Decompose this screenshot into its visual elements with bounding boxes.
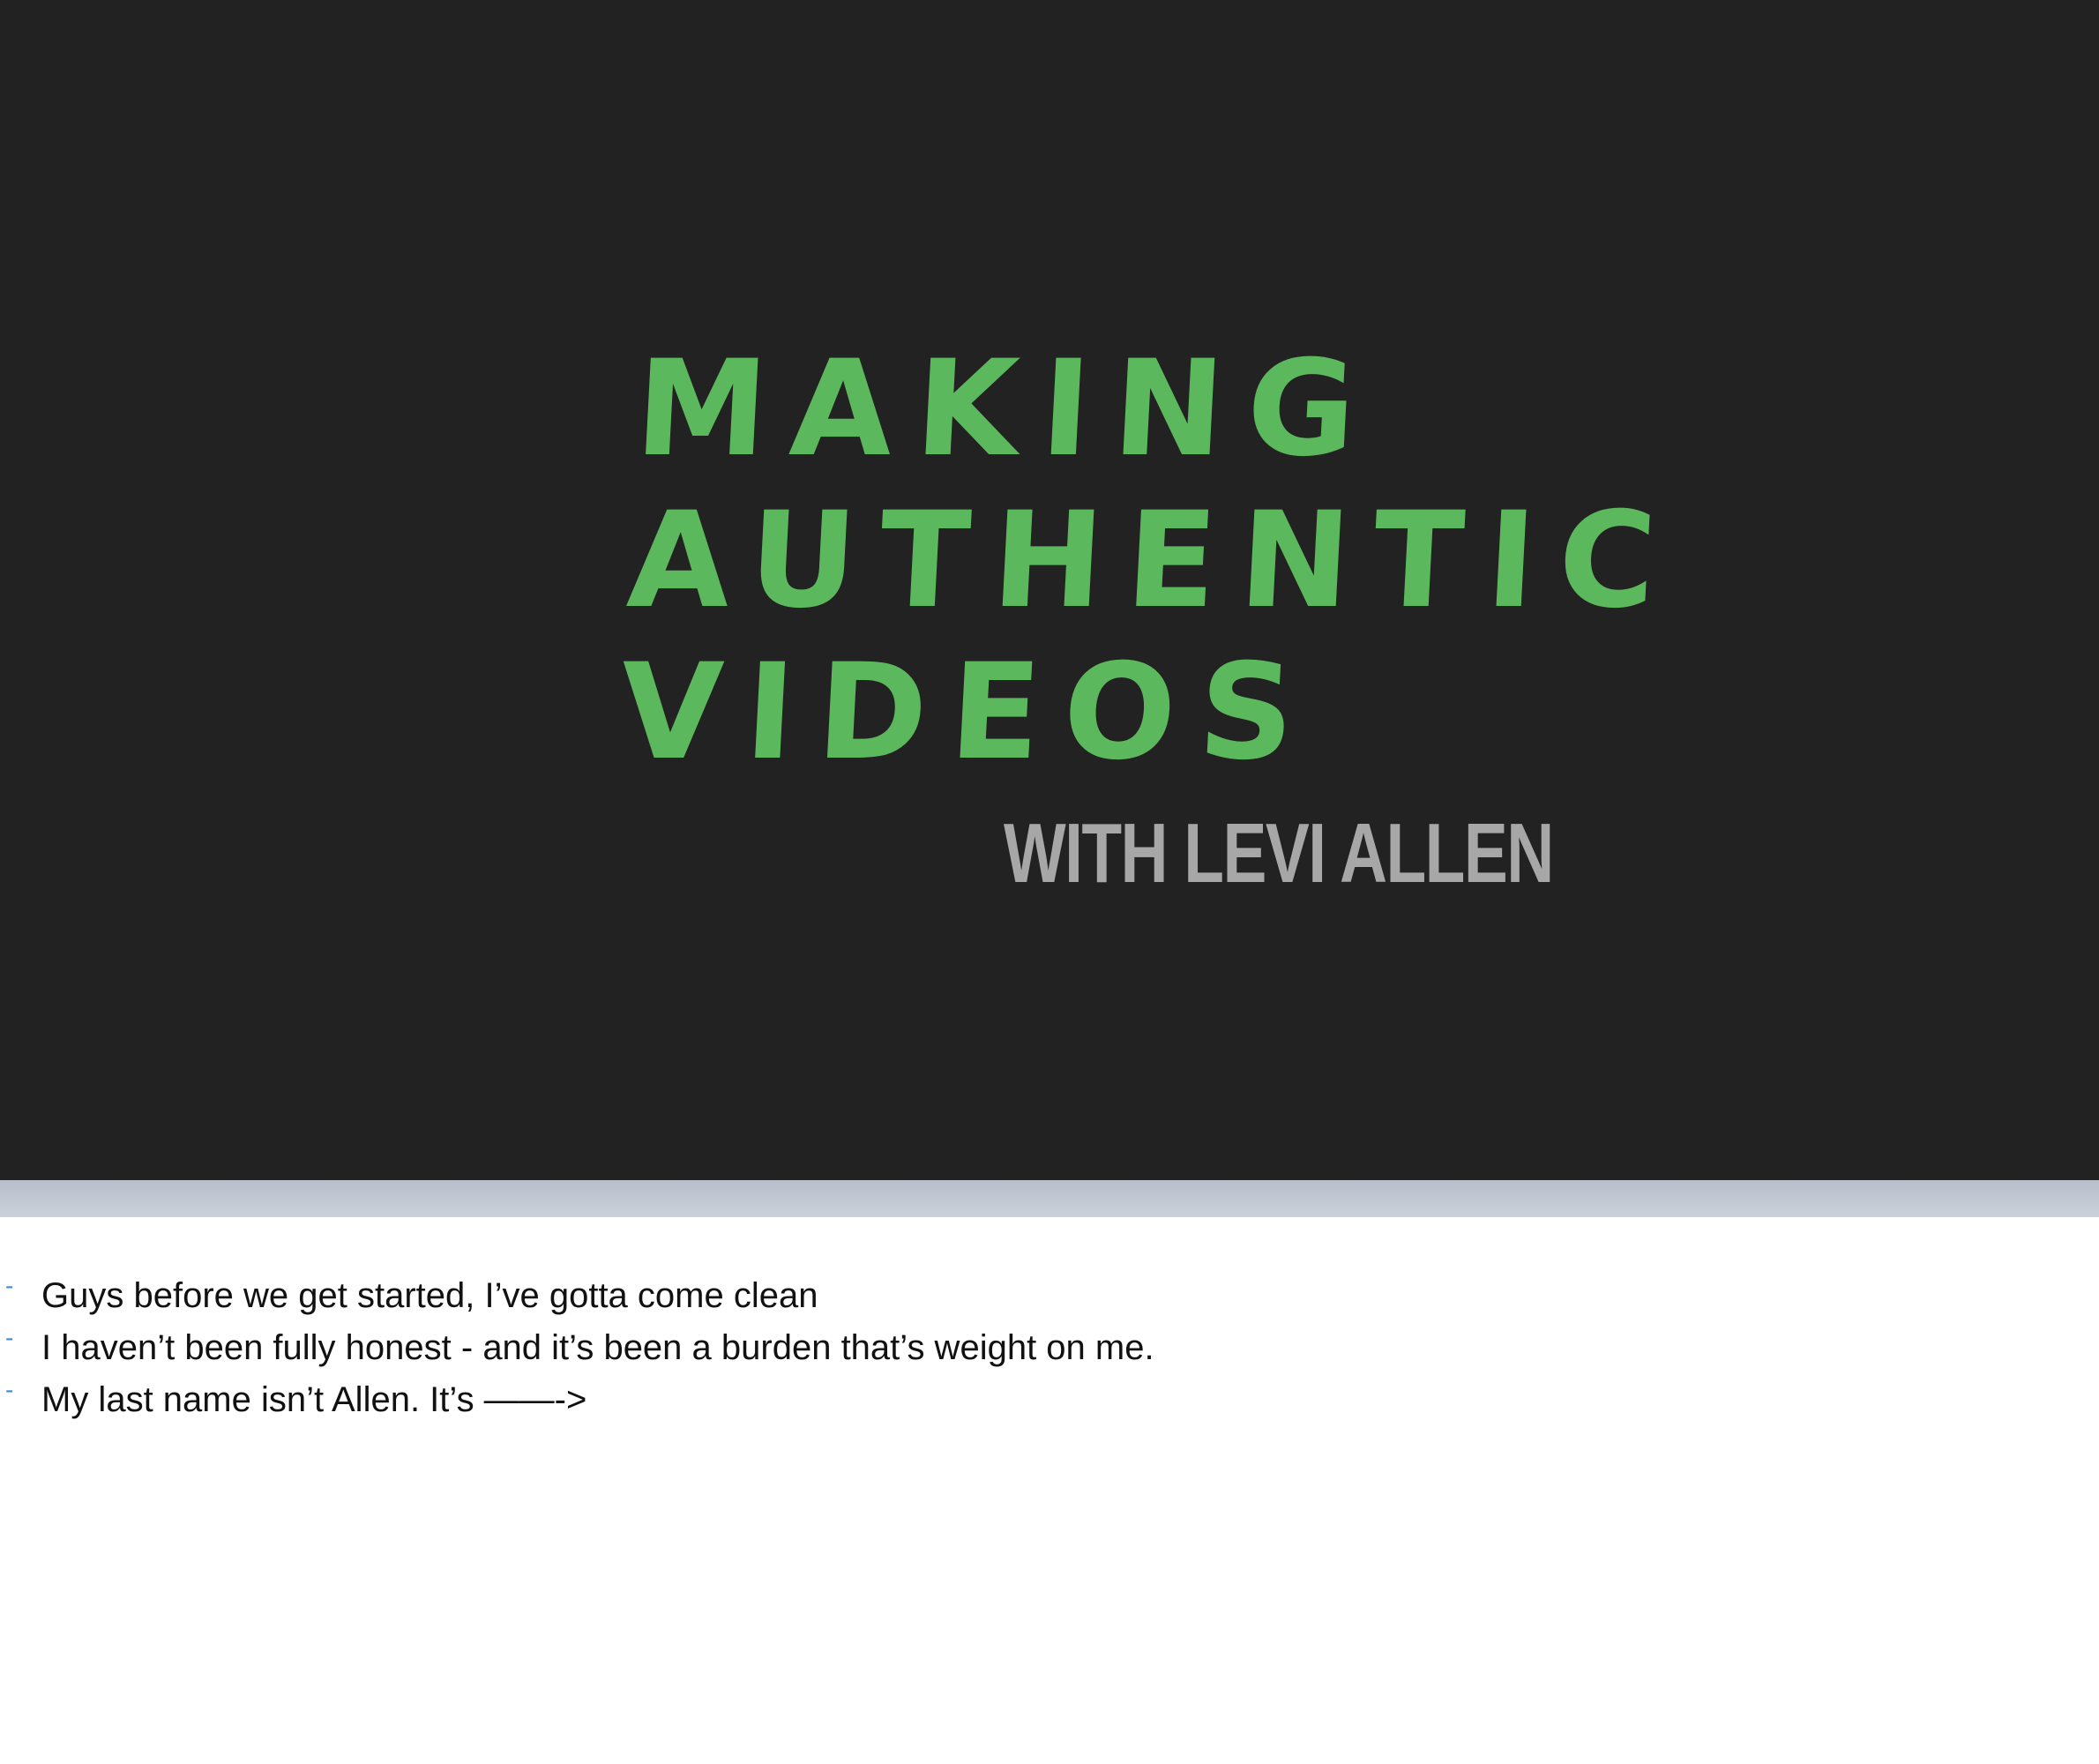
title-line: AUTHENTIC — [624, 484, 1683, 638]
bullet-dash-icon: - — [5, 1376, 14, 1403]
title-line: VIDEOS — [616, 636, 1321, 789]
bullet-dash-icon: - — [5, 1324, 14, 1351]
presenter-notes[interactable]: - Guys before we get started, I’ve gotta… — [0, 1270, 2099, 1426]
title-line: MAKING — [631, 333, 1383, 486]
slide-canvas: MAKING AUTHENTIC VIDEOS WITH LEVI ALLEN — [0, 0, 2099, 1180]
note-text: My last name isn’t Allen. It’s ——-> — [41, 1380, 587, 1419]
note-item[interactable]: - Guys before we get started, I’ve gotta… — [0, 1270, 2099, 1322]
note-text: Guys before we get started, I’ve gotta c… — [41, 1276, 818, 1315]
note-item[interactable]: - My last name isn’t Allen. It’s ——-> — [0, 1374, 2099, 1426]
note-item[interactable]: - I haven’t been fully honest - and it’s… — [0, 1322, 2099, 1374]
bullet-dash-icon: - — [5, 1272, 14, 1299]
notes-divider[interactable] — [0, 1180, 2099, 1217]
note-text: I haven’t been fully honest - and it’s b… — [41, 1328, 1154, 1367]
slide-subtitle: WITH LEVI ALLEN — [1004, 806, 1554, 901]
slide-title: MAKING AUTHENTIC VIDEOS — [616, 333, 1690, 789]
